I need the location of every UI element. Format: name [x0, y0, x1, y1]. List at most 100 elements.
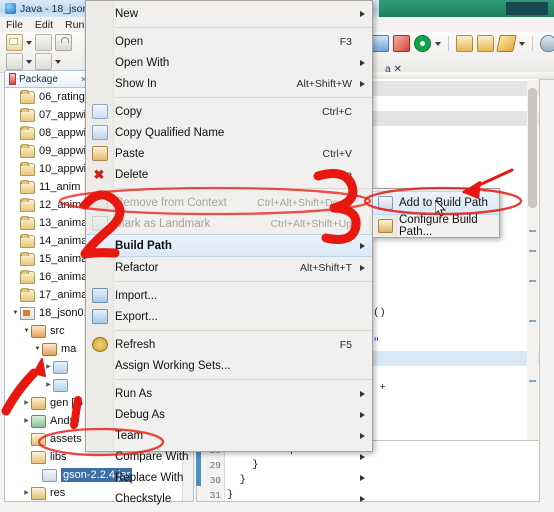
chevron-down-icon[interactable]	[11, 304, 20, 322]
open-resource-icon[interactable]	[477, 35, 494, 52]
menu-item-copy-qualified-name[interactable]: Copy Qualified Name	[86, 122, 372, 143]
copy-icon	[92, 104, 108, 119]
folder-icon	[20, 89, 35, 104]
menu-edit[interactable]: Edit	[29, 19, 59, 31]
folder-icon	[20, 269, 35, 284]
tab-editor-java-file[interactable]: a ✕	[385, 62, 420, 77]
submenu-arrow-icon	[360, 474, 365, 481]
new-java-file-icon[interactable]	[6, 53, 23, 70]
tree-item-label: 07_appwi	[39, 109, 87, 121]
new-wizard-icon[interactable]	[6, 34, 23, 51]
menu-item-show-in[interactable]: Show In Alt+Shift+W	[86, 73, 372, 94]
new-class-icon[interactable]	[35, 53, 52, 70]
editor-tab-close-icon[interactable]: ✕	[394, 64, 402, 75]
debug-icon[interactable]	[372, 35, 389, 52]
context-menu[interactable]: New Open F3 Open With Show In Alt+Shift+W Copy…	[85, 0, 373, 505]
menu-item-mark-as-landmark: Mark as Landmark Ctrl+Alt+Shift+Up	[86, 213, 372, 234]
toolbar-separator-2	[532, 36, 533, 51]
open-type-icon[interactable]	[456, 35, 473, 52]
tree-item-label: src	[50, 325, 65, 337]
menu-item-label: Import...	[115, 289, 158, 302]
menu-item-shortcut: Ctrl+V	[322, 147, 352, 160]
editor-marker	[529, 230, 536, 232]
menu-item-shortcut: F5	[339, 338, 352, 351]
menu-item-open-with[interactable]: Open With	[86, 52, 372, 73]
menu-item-delete[interactable]: ✖ Delete Delete	[86, 164, 372, 185]
folder-icon	[20, 215, 35, 230]
menu-item-label: Team	[115, 429, 144, 442]
menu-item-label: Open With	[115, 56, 170, 69]
menu-item-new[interactable]: New	[86, 3, 372, 24]
package-icon	[42, 342, 57, 356]
tree-item-label: res	[50, 487, 66, 499]
chevron-down-icon[interactable]	[33, 340, 42, 358]
search-dropdown-caret-icon[interactable]	[519, 41, 525, 46]
tab-package-explorer[interactable]: Package ✕	[4, 70, 92, 87]
build-icon[interactable]	[393, 35, 410, 52]
menu-item-configure-build-path[interactable]: Configure Build Path...	[373, 214, 499, 238]
search-icon[interactable]	[496, 35, 517, 52]
libs-folder-icon	[31, 450, 46, 464]
menu-item-label: Replace With	[115, 471, 184, 484]
menu-item-checkstyle[interactable]: Checkstyle	[86, 488, 372, 509]
save-icon[interactable]	[35, 34, 52, 51]
menu-item-paste[interactable]: Paste Ctrl+V	[86, 143, 372, 164]
menu-item-refactor[interactable]: Refactor Alt+Shift+T	[86, 257, 372, 278]
menu-item-shortcut: Alt+Shift+T	[300, 261, 352, 274]
editor-scrollbar-thumb[interactable]	[528, 88, 537, 208]
tree-item-label: 08_appwi	[39, 127, 87, 139]
chevron-right-icon[interactable]	[22, 394, 31, 412]
menu-item-label: Paste	[115, 147, 145, 160]
chevron-down-icon[interactable]	[22, 322, 31, 340]
configure-build-path-icon	[378, 219, 393, 233]
tree-item-label: gen [G	[50, 397, 84, 409]
menu-item-replace-with[interactable]: Replace With	[86, 467, 372, 488]
dropdown-caret-icon[interactable]	[26, 59, 32, 64]
delete-icon: ✖	[93, 167, 105, 182]
menu-item-label: Configure Build Path...	[399, 214, 478, 238]
menu-item-assign-working-sets[interactable]: Assign Working Sets...	[86, 355, 372, 376]
menu-item-debug-as[interactable]: Debug As	[86, 404, 372, 425]
tree-item-label: 15_animat	[39, 253, 91, 265]
eclipse-window: Java - 18_json0 File Edit Run Package ✕ …	[0, 0, 554, 512]
menu-item-shortcut: Ctrl+C	[321, 105, 352, 118]
chevron-right-icon[interactable]	[44, 358, 53, 376]
tree-item-label: Andro	[50, 415, 80, 427]
menu-item-export[interactable]: Export...	[86, 306, 372, 327]
window-title: Java - 18_json0	[20, 2, 95, 15]
menu-item-open[interactable]: Open F3	[86, 31, 372, 52]
refresh-icon	[92, 337, 108, 352]
menu-item-run-as[interactable]: Run As	[86, 383, 372, 404]
menu-file[interactable]: File	[0, 19, 29, 31]
toolbar-row-2	[6, 52, 61, 71]
chevron-right-icon[interactable]	[22, 412, 31, 430]
menu-item-label: Mark as Landmark	[115, 217, 211, 230]
editor-vertical-scrollbar[interactable]	[527, 80, 538, 467]
editor-marker-3	[529, 280, 536, 282]
menu-item-team[interactable]: Team	[86, 425, 372, 446]
run-icon[interactable]	[414, 35, 431, 52]
menu-item-import[interactable]: Import...	[86, 285, 372, 306]
menu-item-refresh[interactable]: Refresh F5	[86, 334, 372, 355]
dropdown-caret2-icon[interactable]	[55, 59, 61, 64]
menu-item-compare-with[interactable]: Compare With	[86, 446, 372, 467]
submenu-arrow-icon	[360, 390, 365, 397]
toolbar-separator	[448, 36, 449, 51]
chevron-right-icon[interactable]	[22, 484, 31, 501]
chevron-right-icon[interactable]	[44, 376, 53, 394]
bug-icon[interactable]	[540, 35, 554, 52]
tree-item-label: 09_appwi	[39, 145, 87, 157]
menu-separator	[115, 330, 372, 331]
folder-icon	[20, 179, 35, 194]
folder-icon	[20, 197, 35, 212]
menu-item-copy[interactable]: Copy Ctrl+C	[86, 101, 372, 122]
menu-item-label: Copy	[115, 105, 142, 118]
print-icon[interactable]	[55, 34, 72, 51]
menu-item-build-path[interactable]: Build Path	[86, 234, 372, 257]
menu-item-label: Refresh	[115, 338, 156, 351]
submenu-arrow-icon	[360, 264, 365, 271]
menu-item-label: Checkstyle	[115, 492, 172, 505]
new-dropdown-caret-icon[interactable]	[26, 40, 32, 45]
menu-item-label: New	[115, 7, 139, 20]
run-dropdown-caret-icon[interactable]	[435, 41, 441, 46]
